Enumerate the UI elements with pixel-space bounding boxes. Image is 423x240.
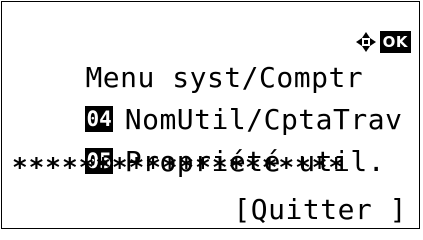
password-mask: ******************** — [12, 153, 346, 183]
menu-item-05[interactable]: 05 Propriété util. — [16, 108, 385, 178]
navigation-hint: OK — [355, 28, 411, 56]
ok-key-icon: OK — [379, 31, 411, 53]
quit-softkey[interactable]: [Quitter ] — [2, 192, 407, 228]
title-row: Menu syst/Comptr OK — [16, 24, 411, 94]
four-way-arrows-icon — [355, 32, 376, 52]
lcd-display: Menu syst/Comptr OK 04 NomUtil/CptaTrav 0… — [1, 1, 420, 229]
menu-item-04[interactable]: 04 NomUtil/CptaTrav — [16, 66, 402, 136]
